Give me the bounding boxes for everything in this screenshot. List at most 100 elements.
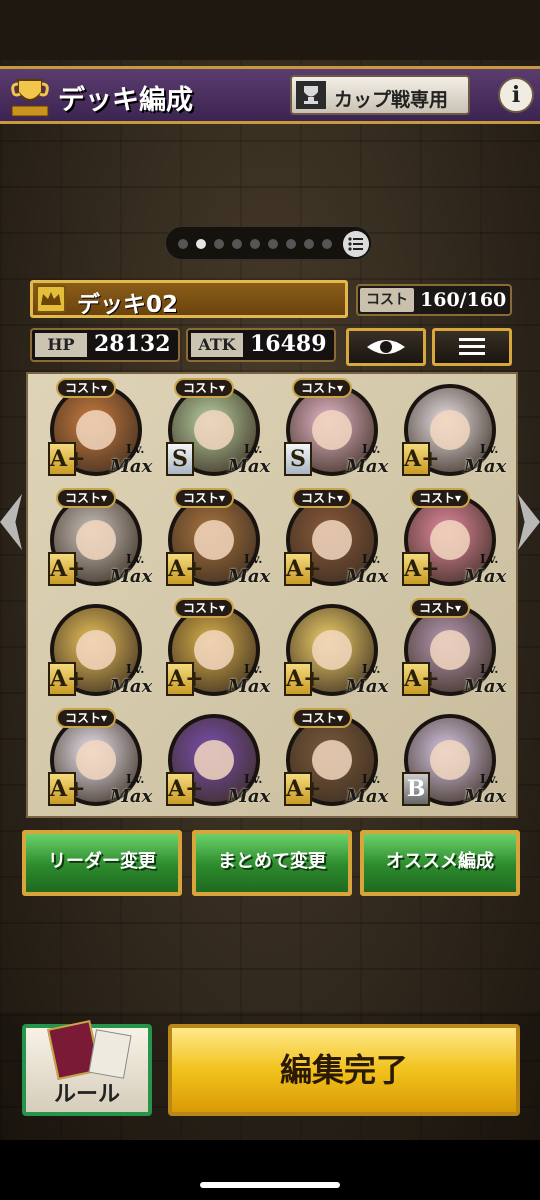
- atk-value: 16489: [250, 331, 327, 357]
- pager-dot[interactable]: [268, 239, 278, 249]
- character-face: [312, 630, 352, 670]
- pager-dot[interactable]: [214, 239, 224, 249]
- level-label: Lv.: [480, 772, 499, 786]
- finish-editing-button[interactable]: 編集完了: [168, 1024, 520, 1116]
- cup-battle-label: カップ戦専用: [334, 89, 449, 111]
- bulk-change-button[interactable]: まとめて変更: [192, 830, 352, 896]
- pager-dot[interactable]: [250, 239, 260, 249]
- rule-button[interactable]: ルール: [22, 1019, 152, 1116]
- level-max: Max: [228, 786, 271, 807]
- atk-stat: ATK 16489: [186, 328, 336, 362]
- card-cost-tag[interactable]: コスト▾: [174, 598, 234, 618]
- deck-pager[interactable]: [165, 226, 372, 260]
- pager-dot[interactable]: [304, 239, 314, 249]
- card-cost-tag[interactable]: コスト▾: [56, 488, 116, 508]
- card-cost-tag[interactable]: コスト▾: [292, 708, 352, 728]
- deck-card-slot[interactable]: コスト▾ A+ Lv. Max: [32, 708, 152, 812]
- header-bar: デッキ編成 カップ戦専用 i: [0, 66, 540, 124]
- home-indicator[interactable]: [200, 1182, 340, 1188]
- deck-card-slot[interactable]: コスト▾ A+ Lv. Max: [32, 378, 152, 482]
- deck-card-slot[interactable]: コスト▾ S Lv. Max: [150, 378, 270, 482]
- level-max: Max: [110, 676, 153, 697]
- deck-card-slot[interactable]: コスト▾ A+ Lv. Max: [268, 708, 388, 812]
- deck-card-slot[interactable]: A+ Lv. Max: [150, 708, 270, 812]
- deck-card-slot[interactable]: コスト▾ A+ Lv. Max: [150, 488, 270, 592]
- deck-card-slot[interactable]: B Lv. Max: [386, 708, 506, 812]
- rank-badge: A+: [402, 442, 440, 476]
- card-cost-tag[interactable]: コスト▾: [292, 378, 352, 398]
- rank-badge: A+: [48, 772, 86, 806]
- card-cost-tag[interactable]: コスト▾: [56, 708, 116, 728]
- character-face: [76, 630, 116, 670]
- card-cost-tag[interactable]: コスト▾: [56, 378, 116, 398]
- character-face: [430, 740, 470, 780]
- level-max: Max: [346, 786, 389, 807]
- level-label: Lv.: [244, 552, 263, 566]
- level-label: Lv.: [244, 442, 263, 456]
- pager-dot[interactable]: [178, 239, 188, 249]
- level-max: Max: [464, 566, 507, 587]
- level-max: Max: [464, 786, 507, 807]
- deck-list-icon[interactable]: [343, 231, 369, 257]
- deck-card-slot[interactable]: A+ Lv. Max: [268, 598, 388, 702]
- card-cost-tag[interactable]: コスト▾: [292, 488, 352, 508]
- level-label: Lv.: [480, 442, 499, 456]
- system-nav-bar: [0, 1140, 540, 1200]
- level-label: Lv.: [244, 772, 263, 786]
- character-face: [312, 740, 352, 780]
- deck-card-slot[interactable]: コスト▾ A+ Lv. Max: [268, 488, 388, 592]
- cost-label: コスト: [360, 288, 414, 312]
- leader-crown-icon: [36, 285, 66, 313]
- card-cost-tag[interactable]: コスト▾: [410, 598, 470, 618]
- pager-dot[interactable]: [232, 239, 242, 249]
- card-cost-tag[interactable]: コスト▾: [410, 488, 470, 508]
- recommended-deck-button[interactable]: オススメ編成: [360, 830, 520, 896]
- cup-battle-badge: カップ戦専用: [290, 75, 470, 115]
- card-grid: コスト▾ A+ Lv. Max コスト▾ S Lv. Max コスト▾ S Lv. Max A+ Lv. M…: [26, 372, 518, 818]
- rank-badge: A+: [166, 552, 204, 586]
- level-label: Lv.: [362, 662, 381, 676]
- level-label: Lv.: [126, 552, 145, 566]
- cost-value: 160/160: [420, 289, 507, 311]
- hp-label: HP: [35, 333, 87, 357]
- deck-card-slot[interactable]: コスト▾ A+ Lv. Max: [386, 488, 506, 592]
- hp-value: 28132: [94, 331, 171, 357]
- level-max: Max: [464, 676, 507, 697]
- rank-badge: A+: [402, 662, 440, 696]
- deck-card-slot[interactable]: A+ Lv. Max: [386, 378, 506, 482]
- pager-dot[interactable]: [286, 239, 296, 249]
- level-label: Lv.: [244, 662, 263, 676]
- level-max: Max: [110, 456, 153, 477]
- view-toggle-button[interactable]: [346, 328, 426, 366]
- leader-change-button[interactable]: リーダー変更: [22, 830, 182, 896]
- character-face: [194, 630, 234, 670]
- status-bar: [0, 0, 540, 60]
- deck-card-slot[interactable]: コスト▾ A+ Lv. Max: [386, 598, 506, 702]
- level-label: Lv.: [362, 442, 381, 456]
- rank-badge: A+: [284, 662, 322, 696]
- card-cost-tag[interactable]: コスト▾: [174, 378, 234, 398]
- level-max: Max: [346, 456, 389, 477]
- deck-card-slot[interactable]: コスト▾ S Lv. Max: [268, 378, 388, 482]
- level-max: Max: [110, 566, 153, 587]
- level-max: Max: [346, 566, 389, 587]
- menu-button[interactable]: [432, 328, 512, 366]
- deck-name-bar[interactable]: デッキ02: [30, 280, 348, 318]
- info-button[interactable]: i: [498, 77, 534, 113]
- page-title: デッキ編成: [58, 85, 193, 116]
- cup-icon: [296, 81, 326, 109]
- deck-card-slot[interactable]: コスト▾ A+ Lv. Max: [32, 488, 152, 592]
- deck-card-slot[interactable]: コスト▾ A+ Lv. Max: [150, 598, 270, 702]
- character-face: [430, 630, 470, 670]
- rank-badge: A+: [48, 662, 86, 696]
- level-label: Lv.: [126, 442, 145, 456]
- character-face: [430, 410, 470, 450]
- level-max: Max: [228, 676, 271, 697]
- level-max: Max: [346, 676, 389, 697]
- card-cost-tag[interactable]: コスト▾: [174, 488, 234, 508]
- character-face: [76, 410, 116, 450]
- deck-card-slot[interactable]: A+ Lv. Max: [32, 598, 152, 702]
- pager-dot[interactable]: [322, 239, 332, 249]
- rule-label: ルール: [53, 1082, 120, 1107]
- pager-dot-active[interactable]: [196, 239, 206, 249]
